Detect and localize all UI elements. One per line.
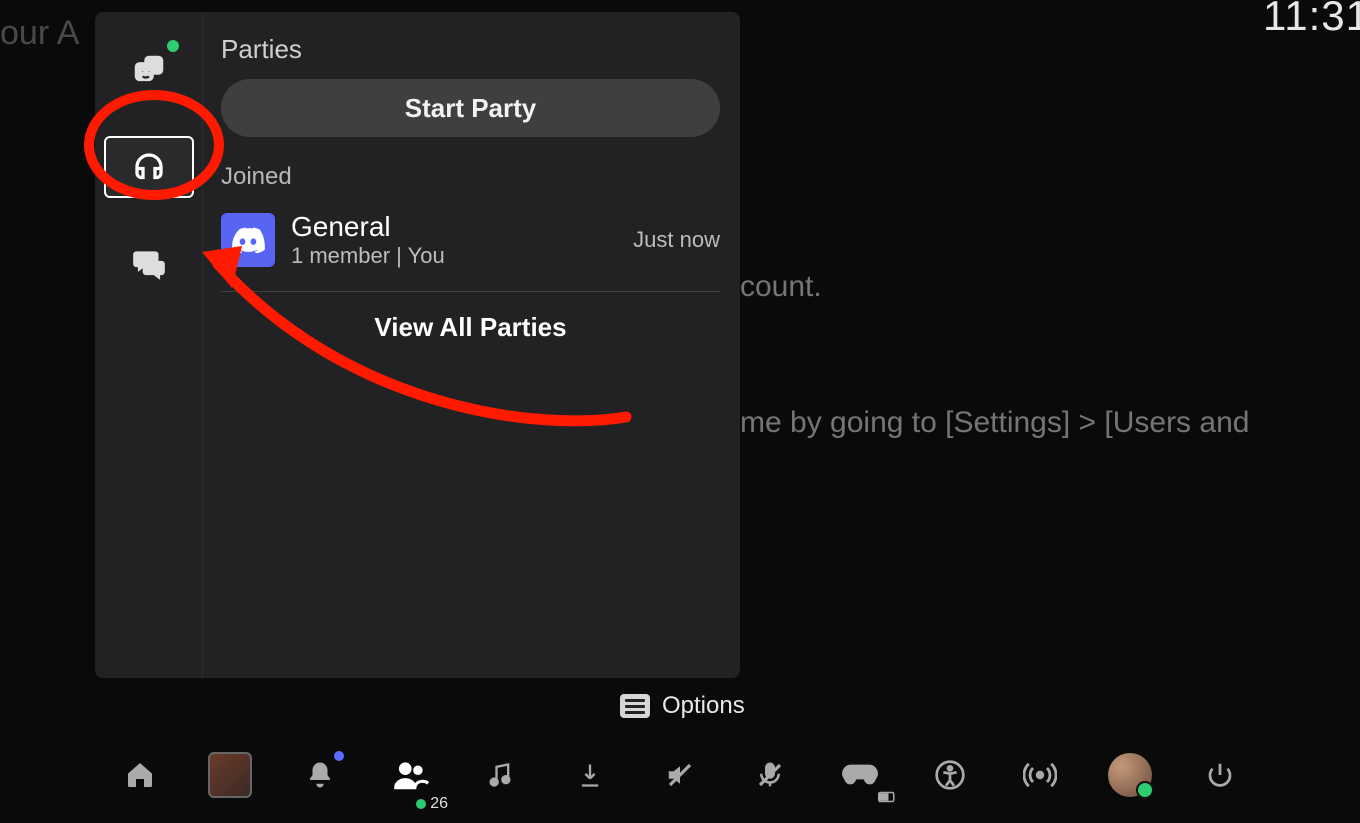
bg-line2-fragment: me by going to [Settings] > [Users and [740, 406, 1249, 440]
dock-sound-muted-icon[interactable] [658, 753, 702, 797]
rail-messages-icon[interactable] [125, 240, 173, 288]
dock-notifications-icon[interactable] [298, 753, 342, 797]
options-button-icon [620, 694, 650, 718]
bg-title-fragment: our A [0, 14, 79, 53]
panel-content: Parties Start Party Joined General 1 mem… [203, 12, 740, 678]
dock-power-icon[interactable] [1198, 753, 1242, 797]
panel-title: Parties [221, 34, 720, 65]
party-name: General [291, 211, 617, 243]
rail-parties-icon[interactable] [104, 136, 194, 198]
dock-download-icon[interactable] [568, 753, 612, 797]
start-party-button[interactable]: Start Party [221, 79, 720, 137]
parties-panel: Parties Start Party Joined General 1 mem… [95, 12, 740, 678]
dock-friends-icon[interactable]: 26 [388, 753, 432, 797]
joined-label: Joined [221, 163, 720, 191]
bg-line1-fragment: count. [740, 270, 822, 304]
discord-icon [221, 213, 275, 267]
dock-broadcast-icon[interactable] [1018, 753, 1062, 797]
dock-mic-muted-icon[interactable] [748, 753, 792, 797]
friends-count: 26 [416, 795, 448, 813]
party-item[interactable]: General 1 member | You Just now [221, 205, 720, 283]
party-subtitle: 1 member | You [291, 243, 617, 269]
dock-home-icon[interactable] [118, 753, 162, 797]
dock-game-thumb[interactable] [208, 753, 252, 797]
dock-controller-icon[interactable] [838, 753, 882, 797]
options-hint: Options [620, 692, 745, 720]
divider [221, 291, 720, 292]
notification-dot [334, 751, 344, 761]
party-time: Just now [633, 227, 720, 253]
options-label: Options [662, 692, 745, 720]
control-center-dock: 26 [0, 745, 1360, 805]
panel-rail [95, 12, 203, 678]
dock-profile-avatar[interactable] [1108, 753, 1152, 797]
view-all-parties-button[interactable]: View All Parties [221, 302, 720, 353]
dock-accessibility-icon[interactable] [928, 753, 972, 797]
dock-music-icon[interactable] [478, 753, 522, 797]
clock: 11:31 [1263, 0, 1360, 40]
rail-friends-icon[interactable] [125, 46, 173, 94]
online-status-dot [167, 40, 179, 52]
